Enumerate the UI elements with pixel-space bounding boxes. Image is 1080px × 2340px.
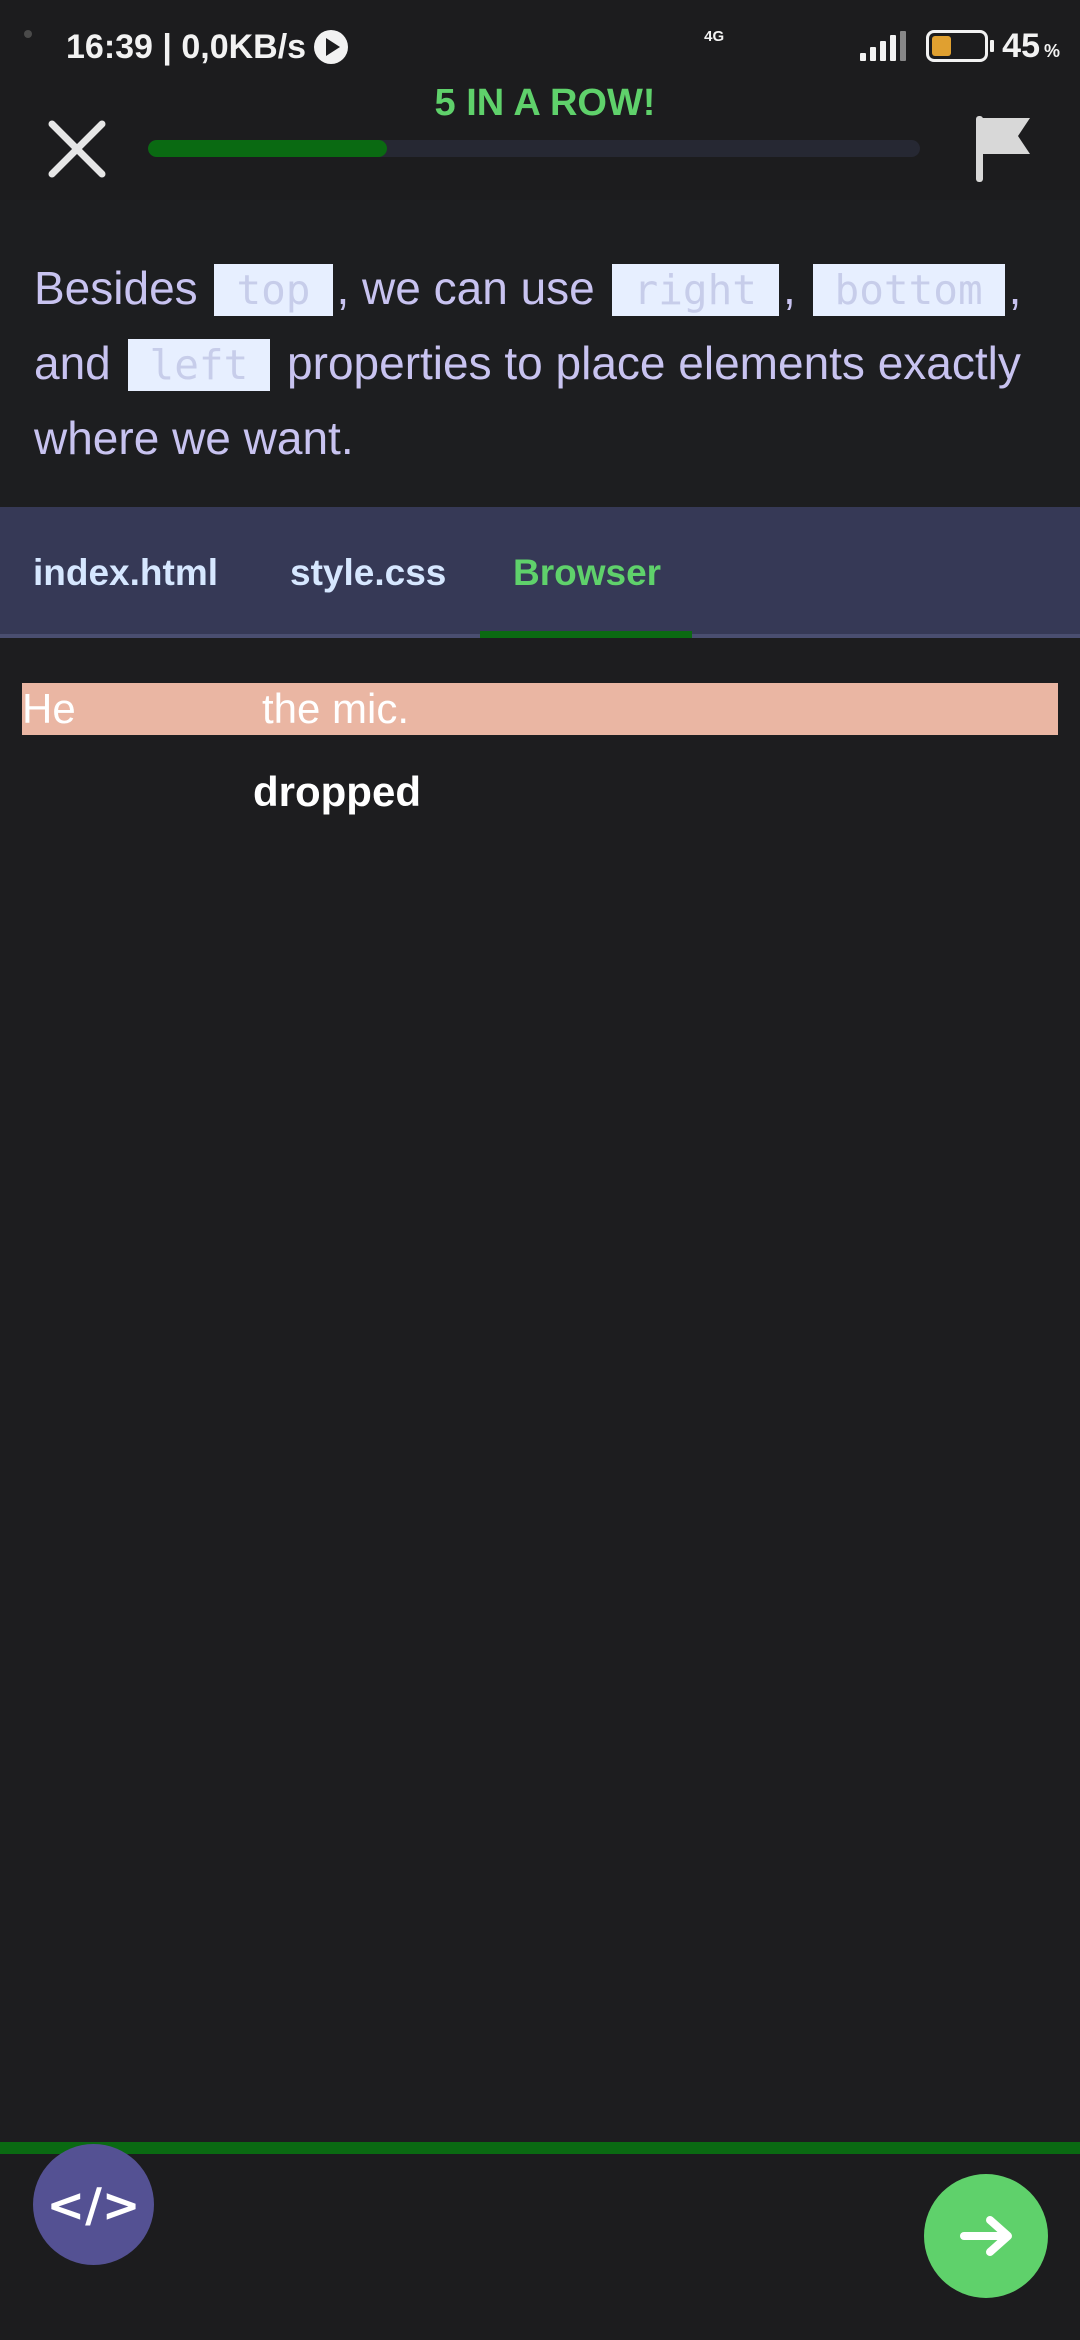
flag-icon[interactable] [970,112,1038,184]
tab-browser[interactable]: Browser [513,507,661,638]
battery-icon [926,30,995,62]
battery-percent: 45% [1002,26,1060,65]
code-chip-right: right [611,264,779,316]
next-button[interactable] [924,2174,1048,2298]
battery-level [932,36,952,56]
signal-icon [860,31,907,61]
bottom-divider [0,2142,1080,2154]
preview-paragraph: He the mic. [22,683,1058,735]
instruction-text: Besides top, we can use right, bottom, a… [34,262,1022,464]
play-icon [314,30,349,64]
status-time-text: 16:39 | 0,0KB/s [66,27,307,66]
arrow-right-icon [960,2216,1012,2256]
streak-label: 5 IN A ROW! [434,82,656,124]
editor-tabs: index.html style.css Browser [0,507,1080,638]
preview-word-he: He [22,685,76,732]
lesson-progress-bar [148,140,920,157]
preview-word-dropped: dropped [253,768,421,815]
code-icon: </> [46,2177,141,2232]
bottom-bar [0,2154,1080,2340]
code-chip-bottom: bottom [812,264,1005,316]
status-time: 16:39 | 0,0KB/s [66,25,349,69]
close-icon[interactable] [44,116,110,182]
code-chip-top: top [214,264,333,316]
status-bar: 16:39 | 0,0KB/s 4G 45% [0,0,1080,90]
active-tab-indicator [480,631,692,638]
code-toggle-button[interactable]: </> [33,2144,154,2265]
lesson-header: 5 IN A ROW! [0,82,1080,200]
network-type: 4G [704,28,725,45]
code-chip-left: left [127,339,271,391]
tab-style-css[interactable]: style.css [290,507,446,638]
preview-word-the-mic: the mic. [262,685,410,732]
status-icons: 4G 45% [704,22,1060,70]
tab-index-html[interactable]: index.html [33,507,218,638]
browser-preview: He the mic. dropped [0,638,1080,2142]
lesson-progress-fill [148,140,388,157]
camera-dot [24,30,32,38]
